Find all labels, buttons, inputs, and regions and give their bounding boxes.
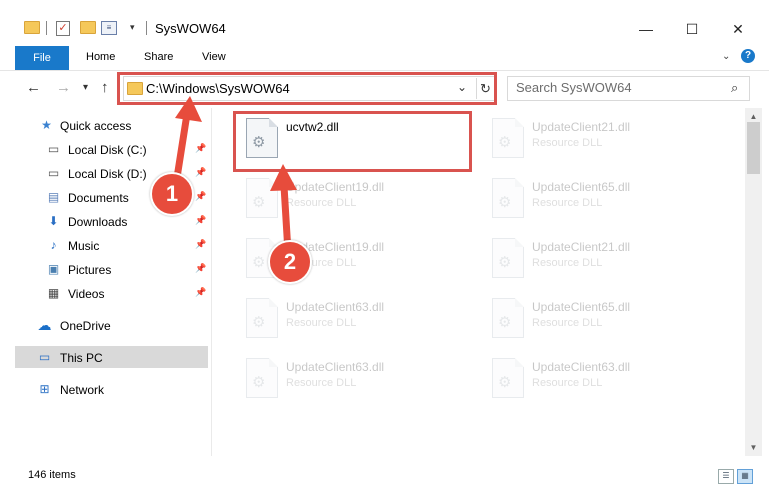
step-2-badge: 2	[268, 240, 312, 284]
annotation-arrows	[172, 96, 297, 256]
arrow-2-head	[270, 164, 297, 191]
arrow-1-head	[175, 96, 202, 122]
step-1-badge: 1	[150, 172, 194, 216]
